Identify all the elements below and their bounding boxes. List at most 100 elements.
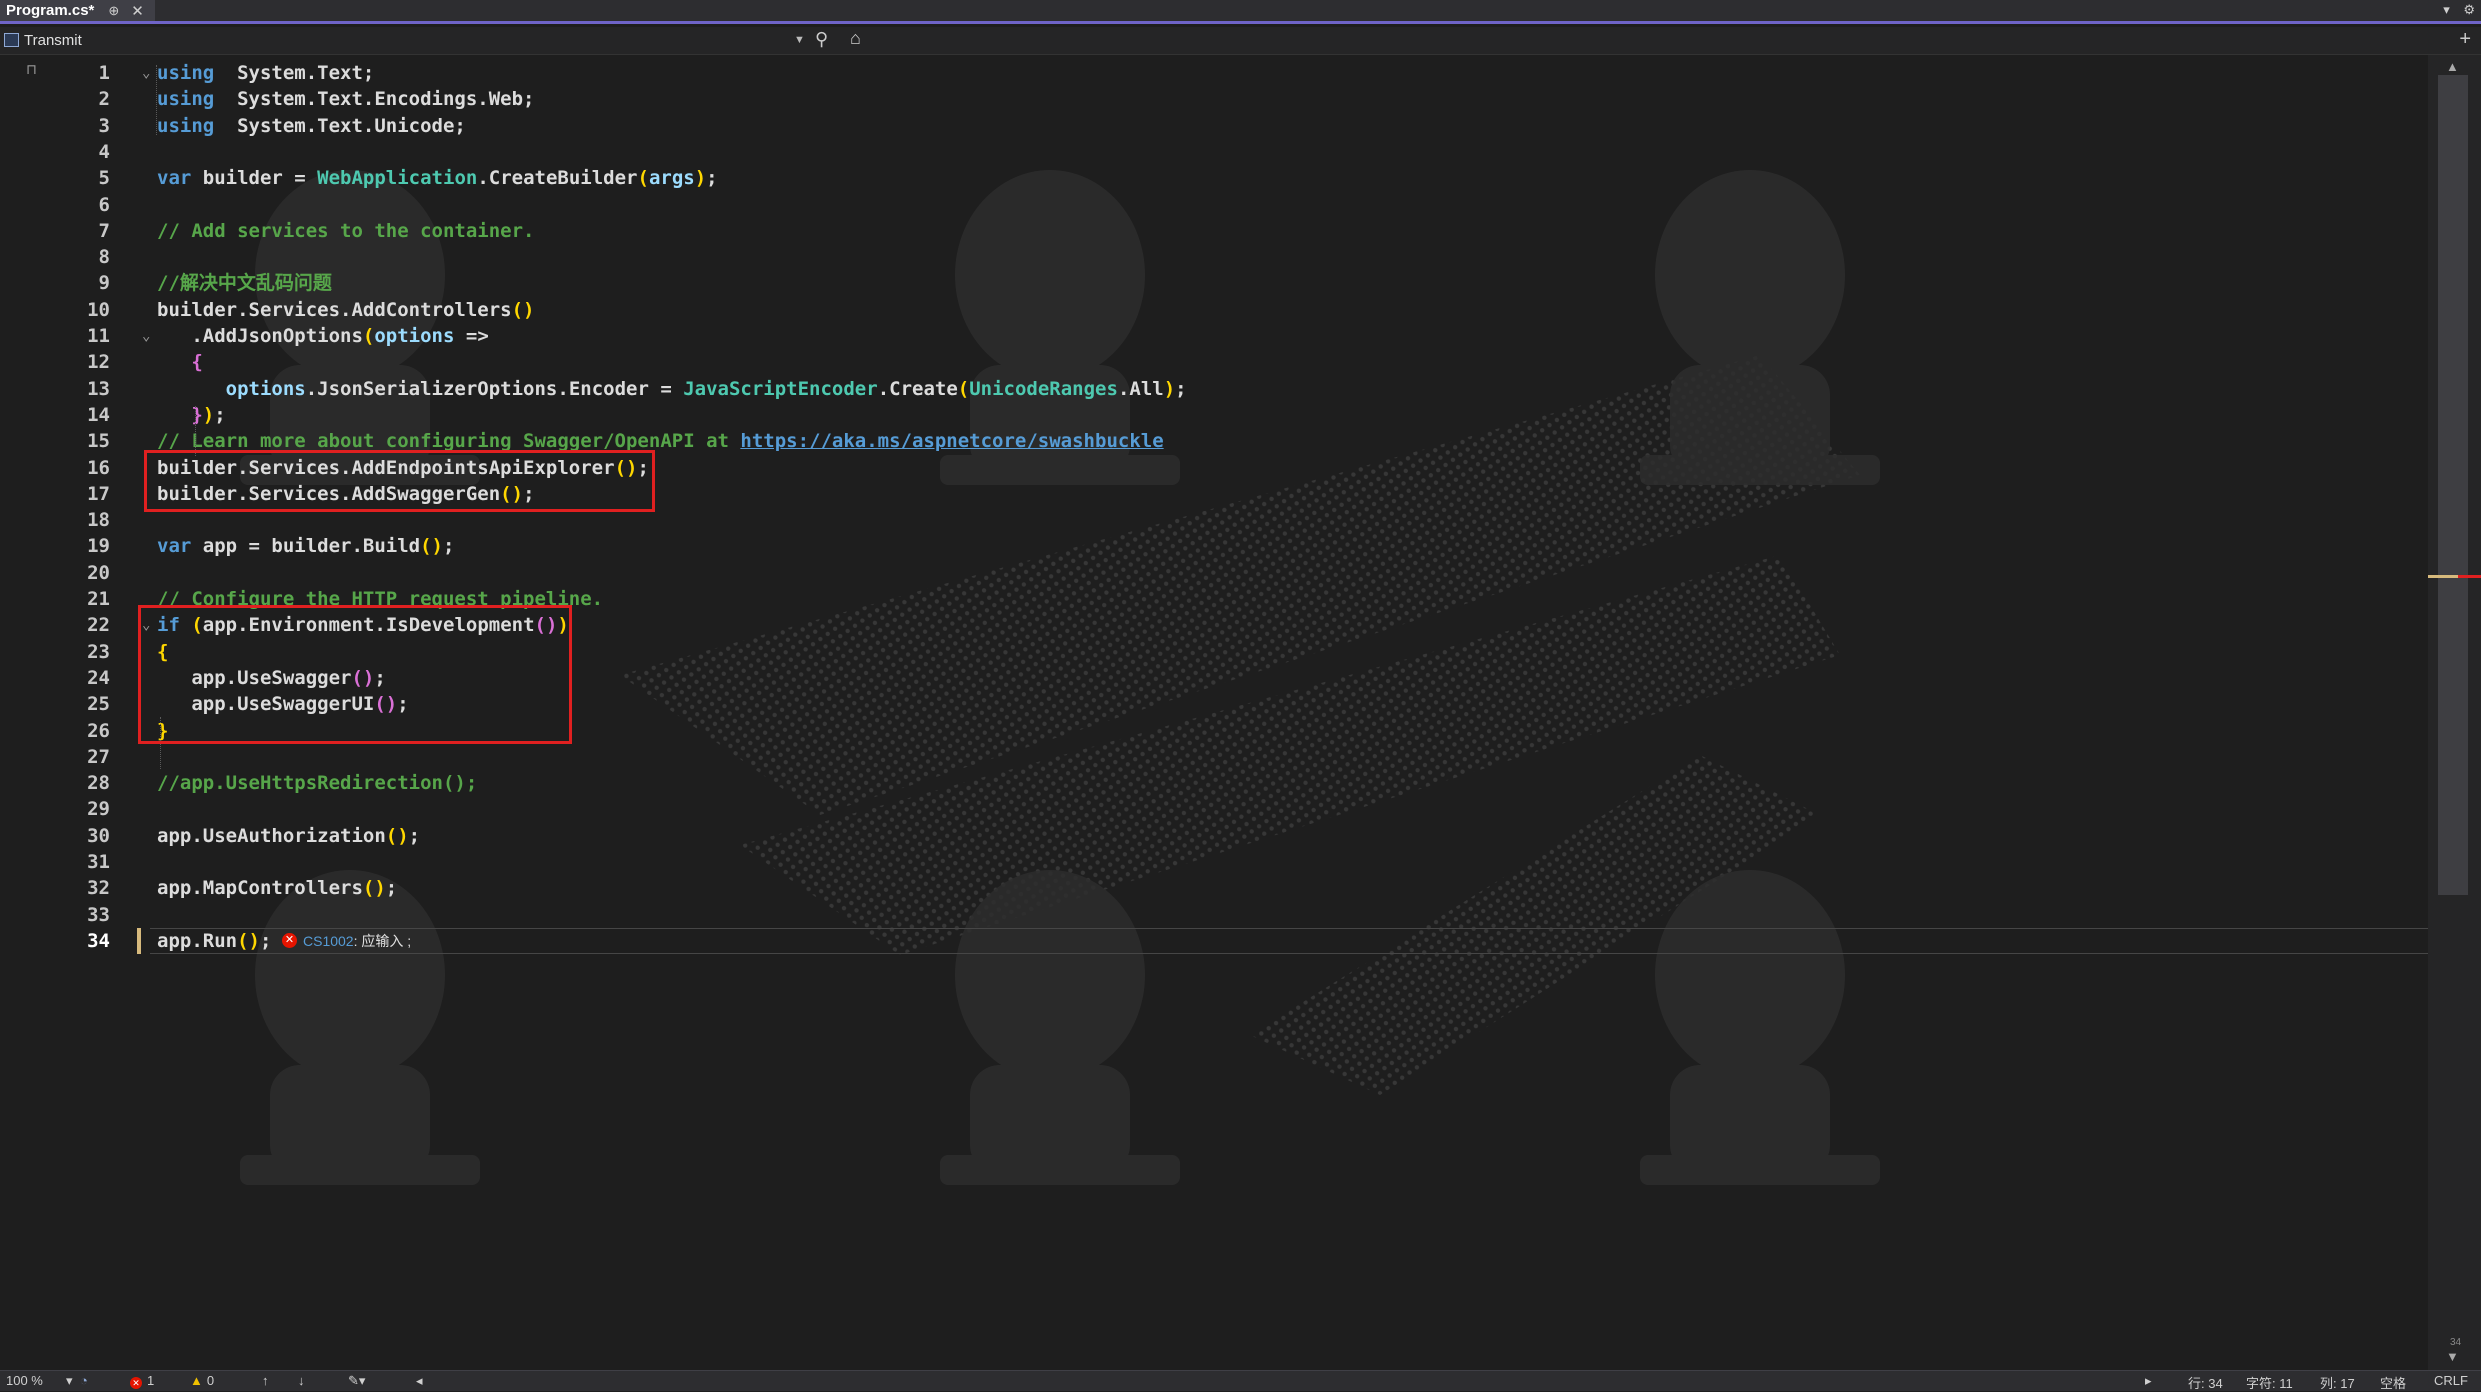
code-line[interactable]: 2 using System.Text.Encodings.Web; [0,86,2428,112]
line-code: using System.Text; [157,60,374,86]
code-token: ; [385,877,398,900]
project-dropdown[interactable]: Transmit ▼ [4,29,805,51]
health-icon[interactable]: ◔ [80,1373,88,1388]
line-code: app.UseAuthorization(); [157,823,420,849]
line-number: 32 [87,877,110,900]
line-number: 29 [87,798,110,821]
scroll-up-arrow-icon[interactable]: ▲ [2446,59,2459,74]
error-icon: ✕ [282,933,297,949]
code-line[interactable]: 28 //app.UseHttpsRedirection(); [0,770,2428,796]
code-token: using [157,62,215,84]
vertical-scrollbar[interactable]: ▲ 34 ▼ [2428,55,2481,1370]
line-indicator[interactable]: 行: 34 [2188,1373,2223,1392]
fold-toggle-icon[interactable]: ⌄ [142,60,150,86]
code-line[interactable]: 20 [0,560,2428,586]
code-line[interactable]: 7 // Add services to the container. [0,218,2428,244]
code-cleanup-icon[interactable]: ✎▾ [348,1373,365,1389]
line-number: 8 [98,246,110,269]
zoom-level[interactable]: 100 % [6,1373,43,1388]
next-issue-icon[interactable]: ↓ [298,1373,305,1388]
code-token: .AddJsonOptions [157,325,363,347]
code-line[interactable]: 14 }); [0,402,2428,428]
code-token: ; [259,929,272,952]
code-line[interactable]: 11 ⌄ .AddJsonOptions(options => [0,323,2428,349]
code-token: app.UseAuthorization [157,824,386,847]
line-number: 24 [87,666,110,689]
code-token: ; [443,535,455,558]
column-indicator[interactable]: 列: 17 [2320,1373,2355,1392]
indent-guide [156,65,157,135]
whitespace-indicator[interactable]: 空格 [2380,1373,2406,1392]
code-line[interactable]: 4 [0,139,2428,165]
previous-issue-icon[interactable]: ↑ [262,1373,269,1388]
tab-strip-controls: ▾ ⚙ [2433,2,2475,18]
tab-program-cs[interactable]: Program.cs* ⊕ ✕ [0,0,155,21]
pin-icon[interactable]: ⊕ [108,3,119,19]
code-line[interactable]: 30 app.UseAuthorization(); [0,823,2428,849]
code-link[interactable]: https://aka.ms/aspnetcore/swashbuckle [740,430,1163,452]
warning-count[interactable]: ▲ 0 [190,1373,214,1388]
code-token: () [385,824,409,847]
code-token: var [157,167,192,190]
code-line[interactable]: 29 [0,796,2428,822]
code-token: .All [1117,377,1164,400]
code-token: // Add services to the container. [157,219,535,242]
code-token: var [157,535,192,558]
code-token: () [362,877,386,900]
code-line[interactable]: 1 ⌄ using System.Text; [0,60,2428,86]
line-ending-indicator[interactable]: CRLF [2434,1373,2468,1388]
scrollbar-error-marker [2458,575,2481,578]
code-token: app = builder.Build [191,535,421,558]
scroll-right-arrow-icon[interactable]: ▸ [2145,1373,2152,1389]
code-token: app.MapControllers [157,877,363,900]
code-token: () [420,535,443,558]
error-count[interactable]: ✕ 1 [130,1373,154,1389]
code-token: builder = [191,167,318,190]
home-icon[interactable]: ⌂ [850,28,861,49]
line-code: //app.UseHttpsRedirection(); [157,770,477,796]
search-icon[interactable]: ⚲ [815,29,828,50]
code-token: options [374,325,455,347]
warning-icon: ▲ [190,1373,203,1388]
code-token: JavaScriptEncoder [683,377,878,400]
zoom-dropdown-icon[interactable]: ▾ [66,1373,73,1389]
code-line[interactable]: 33 [0,902,2428,928]
tab-list-dropdown-icon[interactable]: ▾ [2443,2,2450,17]
code-line[interactable]: 12 { [0,349,2428,375]
gear-icon[interactable]: ⚙ [2463,2,2475,17]
scroll-left-arrow-icon[interactable]: ◂ [416,1373,423,1389]
code-line[interactable]: 13 options.JsonSerializerOptions.Encoder… [0,376,2428,402]
project-icon [4,33,19,47]
chevron-down-icon[interactable]: ▼ [794,34,805,46]
scroll-down-arrow-icon[interactable]: ▼ [2446,1349,2459,1364]
error-code[interactable]: CS1002 [303,933,354,949]
line-code: using System.Text.Encodings.Web; [157,86,535,112]
code-line[interactable]: 5 var builder = WebApplication.CreateBuil… [0,165,2428,191]
code-line[interactable]: 27 [0,744,2428,770]
split-editor-icon[interactable]: + [2459,28,2471,51]
highlight-box-swagger-services [144,450,655,512]
line-number: 20 [87,561,110,584]
code-token: System.Text.Encodings.Web; [214,88,535,111]
code-line[interactable]: 8 [0,244,2428,270]
char-indicator[interactable]: 字符: 11 [2246,1373,2293,1392]
code-line[interactable]: 3 using System.Text.Unicode; [0,113,2428,139]
code-editor[interactable]: ⊓ 1 ⌄ using System.Text; 2 using System.Text… [0,55,2428,1370]
code-line[interactable]: 31 [0,849,2428,875]
code-line[interactable]: 9 //解决中文乱码问题 [0,270,2428,296]
code-line[interactable]: 19 var app = builder.Build(); [0,533,2428,559]
code-line[interactable]: 32 app.MapControllers(); [0,875,2428,901]
line-code: var app = builder.Build(); [157,533,454,559]
scrollbar-thumb[interactable] [2438,75,2468,895]
line-code: using System.Text.Unicode; [157,113,466,139]
inline-error-hint[interactable]: ✕ CS1002 : 应输入 ; [282,928,411,954]
code-line[interactable]: 10 builder.Services.AddControllers() [0,297,2428,323]
close-icon[interactable]: ✕ [131,2,144,20]
error-icon: ✕ [130,1377,142,1389]
code-line[interactable]: 6 [0,192,2428,218]
fold-toggle-icon[interactable]: ⌄ [142,323,150,349]
indent-guide [195,406,196,456]
code-token: .CreateBuilder [477,167,638,190]
code-token: () [237,929,260,952]
